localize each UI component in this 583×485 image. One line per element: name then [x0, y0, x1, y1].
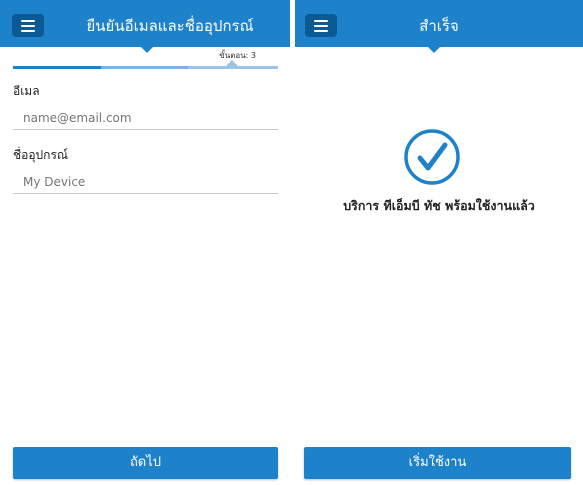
- page-title: สำเร็จ: [419, 17, 459, 35]
- menu-icon-bar: [21, 20, 35, 22]
- header-bar: สำเร็จ: [295, 0, 583, 47]
- page-title: ยืนยันอีเมลและชื่ออุปกรณ์: [86, 17, 254, 35]
- hamburger-menu-button[interactable]: [12, 14, 44, 37]
- start-button[interactable]: เริ่มใช้งาน: [304, 447, 571, 479]
- menu-icon-bar: [21, 25, 35, 27]
- progress-segment: [101, 66, 188, 69]
- header-notch: [428, 47, 440, 53]
- next-button[interactable]: ถัดไป: [13, 447, 278, 479]
- device-name-field[interactable]: [13, 170, 278, 194]
- email-device-screen: ยืนยันอีเมลและชื่ออุปกรณ์ ขั้นตอน: 3 อีเ…: [0, 0, 290, 485]
- progress-segment: [188, 66, 278, 69]
- success-screen: สำเร็จ บริการ ทีเอ็มบี ทัช พร้อมใช้งานแล…: [295, 0, 583, 485]
- checkmark-circle-icon: [403, 128, 461, 186]
- header-bar: ยืนยันอีเมลและชื่ออุปกรณ์: [0, 0, 290, 47]
- device-name-label: ชื่ออุปกรณ์: [13, 148, 69, 162]
- success-message: บริการ ทีเอ็มบี ทัช พร้อมใช้งานแล้ว: [343, 198, 535, 213]
- progress-segment: [13, 66, 101, 69]
- email-label: อีเมล: [13, 84, 40, 98]
- menu-icon-bar: [21, 30, 35, 32]
- progress-bar: [13, 66, 278, 69]
- header-notch: [141, 47, 153, 53]
- email-field[interactable]: [13, 106, 278, 130]
